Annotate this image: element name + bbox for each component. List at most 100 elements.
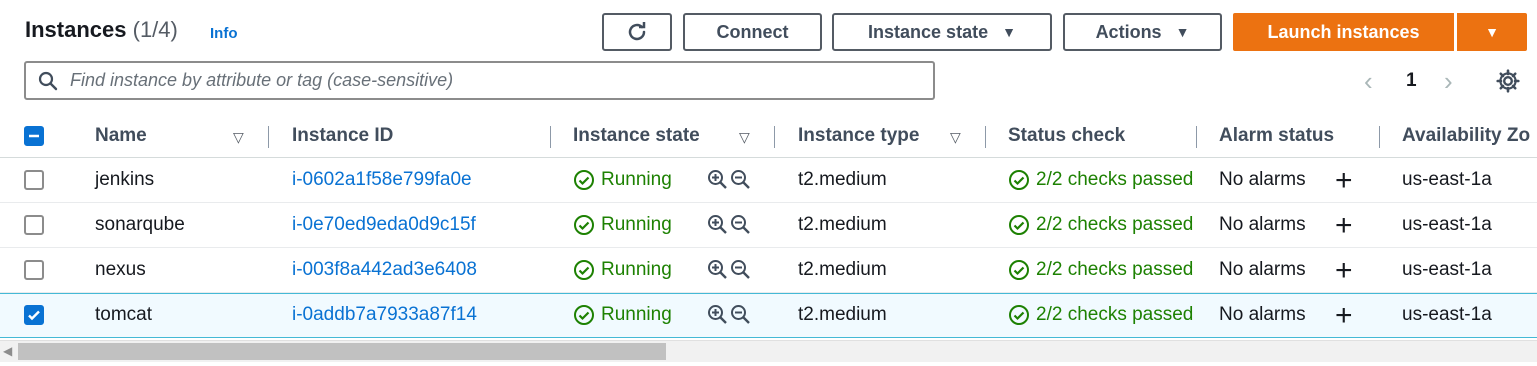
launch-instances-button[interactable]: Launch instances	[1233, 13, 1454, 51]
zoom-controls	[707, 169, 751, 190]
table-row[interactable]: nexus i-003f8a442ad3e6408 Running t2.med…	[0, 248, 1537, 293]
add-alarm-icon[interactable]: +	[1335, 164, 1353, 198]
next-page-button[interactable]: ›	[1444, 66, 1453, 97]
actions-label: Actions	[1095, 21, 1162, 42]
instance-state: Running	[573, 214, 672, 236]
zoom-in-icon[interactable]	[707, 214, 728, 235]
status-check[interactable]: 2/2 checks passed	[1008, 169, 1193, 191]
availability-zone: us-east-1a	[1402, 214, 1492, 235]
zoom-controls	[707, 259, 751, 280]
column-divider[interactable]	[985, 126, 986, 148]
table-row[interactable]: tomcat i-0addb7a7933a87f14 Running t2.me…	[0, 293, 1537, 338]
instance-id-link[interactable]: i-003f8a442ad3e6408	[292, 259, 477, 281]
add-alarm-icon[interactable]: +	[1335, 299, 1353, 333]
sort-icon[interactable]: ▽	[739, 129, 750, 146]
horizontal-scrollbar[interactable]: ◀	[0, 340, 1537, 362]
add-alarm-icon[interactable]: +	[1335, 254, 1353, 288]
connect-button[interactable]: Connect	[683, 13, 822, 51]
column-instance-id[interactable]: Instance ID	[292, 125, 393, 147]
column-instance-type[interactable]: Instance type	[798, 125, 919, 147]
column-divider[interactable]	[268, 126, 269, 148]
column-divider[interactable]	[1379, 126, 1380, 148]
instance-type: t2.medium	[798, 214, 887, 235]
column-divider[interactable]	[774, 126, 775, 148]
row-checkbox[interactable]	[24, 260, 44, 280]
table-row[interactable]: sonarqube i-0e70ed9eda0d9c15f Running t2…	[0, 203, 1537, 248]
instance-id-link[interactable]: i-0addb7a7933a87f14	[292, 304, 477, 326]
sort-icon[interactable]: ▽	[950, 129, 961, 146]
status-check[interactable]: 2/2 checks passed	[1008, 214, 1193, 236]
actions-dropdown[interactable]: Actions ▼	[1063, 13, 1222, 51]
instance-name: jenkins	[95, 169, 155, 190]
scrollbar-thumb[interactable]	[18, 343, 666, 360]
column-name[interactable]: Name	[95, 125, 147, 147]
zoom-out-icon[interactable]	[730, 169, 751, 190]
select-all-checkbox[interactable]	[24, 126, 44, 146]
row-checkbox[interactable]	[24, 170, 44, 190]
check-circle-icon	[574, 170, 594, 190]
info-link[interactable]: Info	[210, 25, 238, 42]
instance-id-link[interactable]: i-0602a1f58e799fa0e	[292, 169, 472, 191]
row-checkbox[interactable]	[24, 305, 44, 325]
search-input[interactable]	[70, 70, 910, 91]
row-checkbox[interactable]	[24, 215, 44, 235]
check-circle-icon	[1009, 260, 1029, 280]
alarm-status: No alarms	[1219, 214, 1306, 235]
check-circle-icon	[574, 305, 594, 325]
instance-count: (1/4)	[132, 17, 178, 42]
instance-type: t2.medium	[798, 304, 887, 325]
status-check[interactable]: 2/2 checks passed	[1008, 259, 1193, 281]
check-circle-icon	[574, 260, 594, 280]
zoom-in-icon[interactable]	[707, 259, 728, 280]
instance-state: Running	[573, 259, 672, 281]
zoom-in-icon[interactable]	[707, 304, 728, 325]
instance-type: t2.medium	[798, 169, 887, 190]
state-text: Running	[601, 259, 672, 280]
table-row[interactable]: jenkins i-0602a1f58e799fa0e Running t2.m…	[0, 158, 1537, 203]
instance-name: nexus	[95, 259, 146, 280]
page-title: Instances (1/4)	[25, 17, 178, 43]
instance-name: tomcat	[95, 304, 153, 325]
zoom-controls	[707, 214, 751, 235]
column-availability-zone[interactable]: Availability Zo	[1402, 125, 1530, 147]
zoom-out-icon[interactable]	[730, 214, 751, 235]
availability-zone: us-east-1a	[1402, 259, 1492, 280]
zoom-out-icon[interactable]	[730, 304, 751, 325]
status-text: 2/2 checks passed	[1036, 169, 1194, 190]
column-divider[interactable]	[1196, 126, 1197, 148]
caret-down-icon: ▼	[1175, 24, 1190, 40]
check-circle-icon	[1009, 170, 1029, 190]
sort-icon[interactable]: ▽	[233, 129, 244, 146]
launch-label: Launch instances	[1267, 21, 1420, 42]
connect-label: Connect	[716, 21, 789, 42]
refresh-button[interactable]	[602, 13, 672, 51]
column-alarm-status[interactable]: Alarm status	[1219, 125, 1334, 147]
availability-zone: us-east-1a	[1402, 169, 1492, 190]
minus-icon	[29, 134, 39, 138]
state-text: Running	[601, 169, 672, 190]
check-circle-icon	[574, 215, 594, 235]
add-alarm-icon[interactable]: +	[1335, 209, 1353, 243]
instance-state-dropdown[interactable]: Instance state ▼	[832, 13, 1052, 51]
scroll-left-arrow-icon[interactable]: ◀	[3, 344, 12, 358]
column-instance-state[interactable]: Instance state	[573, 125, 700, 147]
previous-page-button[interactable]: ‹	[1364, 66, 1373, 97]
instance-type: t2.medium	[798, 259, 887, 280]
alarm-status: No alarms	[1219, 304, 1306, 325]
zoom-in-icon[interactable]	[707, 169, 728, 190]
launch-options-dropdown[interactable]: ▼	[1457, 13, 1527, 51]
state-text: Running	[601, 214, 672, 235]
check-circle-icon	[1009, 215, 1029, 235]
gear-icon[interactable]	[1495, 68, 1521, 94]
search-bar[interactable]	[24, 61, 935, 100]
current-page[interactable]: 1	[1406, 70, 1417, 92]
instances-header: Instances (1/4) Info Connect Instance st…	[0, 0, 1537, 108]
zoom-out-icon[interactable]	[730, 259, 751, 280]
column-divider[interactable]	[550, 126, 551, 148]
caret-down-icon: ▼	[1485, 24, 1499, 40]
column-status-check[interactable]: Status check	[1008, 125, 1125, 147]
status-check[interactable]: 2/2 checks passed	[1008, 304, 1193, 326]
zoom-controls	[707, 304, 751, 325]
alarm-status: No alarms	[1219, 169, 1306, 190]
instance-id-link[interactable]: i-0e70ed9eda0d9c15f	[292, 214, 476, 236]
